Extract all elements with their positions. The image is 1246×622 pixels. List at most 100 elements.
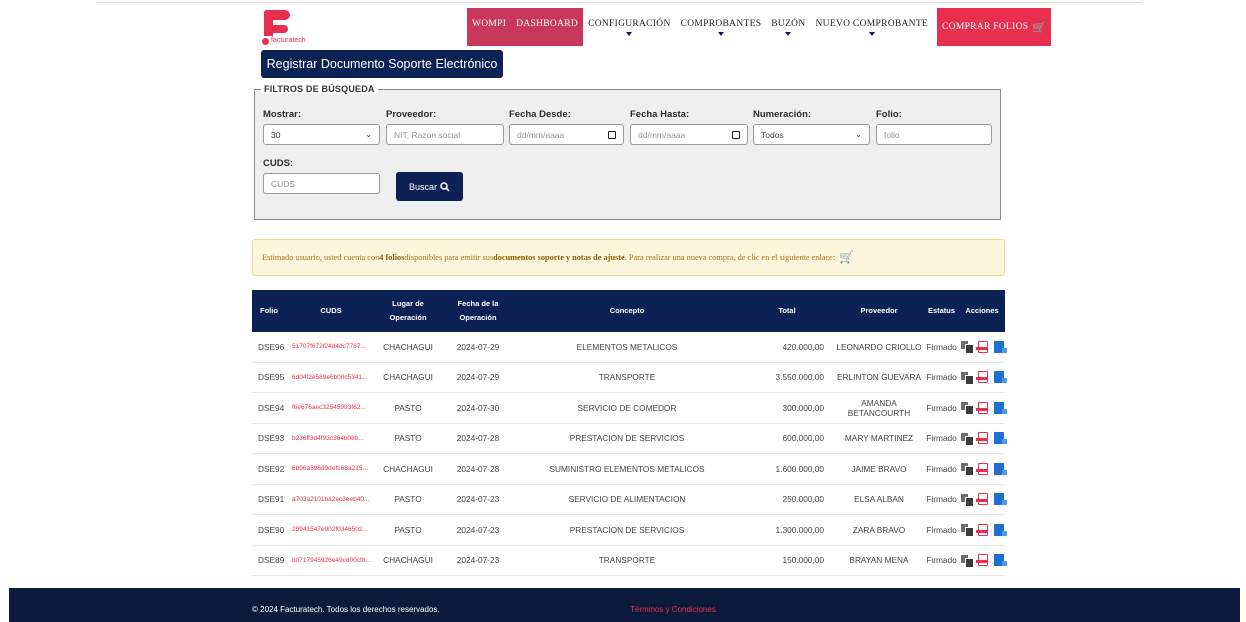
proveedor-cell: ELSA ALBAN (854, 494, 904, 505)
fecha-cell: 2024-07-28 (456, 433, 500, 444)
pdf-icon[interactable] (975, 401, 988, 414)
nav-item-label: CONFIGURACIÓN (588, 18, 671, 29)
nav-item-label: COMPROBANTES (680, 18, 762, 29)
proveedor-cell: ZARA BRAVO (852, 524, 906, 535)
estatus-cell: Firmado (926, 524, 957, 535)
estatus-cell: Firmado (926, 433, 957, 444)
terms-link[interactable]: Términos y Condiciones (630, 605, 716, 614)
xml-file-icon[interactable] (993, 523, 1007, 536)
nav-item-comprobantes[interactable]: COMPROBANTES (676, 8, 767, 46)
proveedor-input[interactable]: NIT, Razon social (386, 124, 504, 145)
total-cell: 420.000,00 (782, 341, 824, 352)
copy-icon[interactable] (960, 493, 974, 507)
numeracion-value: Todos (761, 129, 784, 140)
nav-item-wompi[interactable]: WOMPI (467, 8, 512, 46)
xml-file-icon[interactable] (993, 401, 1007, 414)
pdf-icon[interactable] (975, 371, 988, 384)
fecha-cell: 2024-07-23 (456, 524, 500, 535)
footer: © 2024 Facturatech. Todos los derechos r… (9, 588, 1240, 622)
pdf-icon[interactable] (975, 340, 988, 353)
mostrar-value: 30 (271, 129, 281, 140)
search-button[interactable]: Buscar (396, 172, 463, 201)
chevron-down-icon: ⌄ (365, 130, 372, 139)
copy-icon[interactable] (960, 524, 974, 538)
column-header: Acciones (965, 306, 999, 315)
copy-icon[interactable] (960, 432, 974, 446)
row-actions (959, 554, 1007, 568)
pdf-icon[interactable] (975, 493, 988, 506)
fecha-hasta-placeholder: dd/mm/aaaa (638, 129, 686, 140)
cuds-cell[interactable]: b0717945926e49cd00cf8... (288, 557, 374, 564)
lugar-cell: PASTO (394, 402, 422, 413)
logo-dot-icon (262, 38, 269, 45)
xml-file-icon[interactable] (993, 432, 1007, 445)
pdf-icon[interactable] (975, 462, 988, 475)
cuds-cell[interactable]: 51707f672f24d4dc7787... (288, 343, 374, 350)
folio-cell: DSE96 (258, 341, 285, 352)
estatus-cell: Firmado (926, 555, 957, 566)
xml-file-icon[interactable] (993, 371, 1007, 384)
cart-icon[interactable]: 🛒 (839, 250, 854, 265)
alert-doc-types: documentos soporte y notas de ajuste (493, 253, 625, 262)
search-button-label: Buscar (408, 181, 437, 192)
proveedor-cell: MARY MARTINEZ (844, 433, 914, 444)
copy-icon[interactable] (960, 371, 974, 385)
copy-icon[interactable] (960, 341, 974, 355)
column-header: CUDS (320, 306, 342, 315)
pdf-icon[interactable] (975, 523, 988, 536)
pdf-icon[interactable] (975, 554, 988, 567)
fecha-cell: 2024-07-29 (456, 341, 500, 352)
xml-file-icon[interactable] (993, 340, 1007, 353)
alert-folios-count: 4 folios (379, 253, 405, 262)
folio-cell: DSE93 (258, 433, 285, 444)
xml-file-icon[interactable] (993, 493, 1007, 506)
nav-item-configuraci-n[interactable]: CONFIGURACIÓN (583, 8, 676, 46)
calendar-icon[interactable] (732, 130, 740, 139)
table-body: DSE96 51707f672f24d4dc7787... CHACHAGUI 202… (252, 332, 1007, 576)
fecha-hasta-input[interactable]: dd/mm/aaaa (630, 124, 748, 145)
xml-file-icon[interactable] (993, 554, 1007, 567)
copy-icon[interactable] (960, 463, 974, 477)
register-document-button[interactable]: Registrar Documento Soporte Electrónico (261, 50, 503, 78)
nav-item-comprar-folios[interactable]: COMPRAR FOLIOS 🛒 (937, 8, 1052, 46)
folio-input[interactable]: folio (876, 124, 992, 145)
table-row: DSE93 b236ff3d4f93c364b08b... PASTO 2024-07… (252, 424, 1007, 454)
calendar-icon[interactable] (608, 130, 616, 139)
cuds-input[interactable]: CUDS (263, 173, 380, 194)
documents-table: Folio CUDS Lugar de Operación Fecha de la O… (252, 290, 1007, 576)
nav-item-dashboard[interactable]: DASHBOARD (511, 8, 584, 46)
fecha-desde-input[interactable]: dd/mm/aaaa (509, 124, 624, 145)
row-actions (959, 432, 1007, 446)
caret-down-icon (868, 31, 875, 36)
cuds-cell[interactable]: 6b96a598d9def168a215... (288, 465, 374, 472)
pdf-icon[interactable] (975, 432, 988, 445)
cuds-cell[interactable]: f6e676aec32545993f62... (288, 404, 374, 411)
logo[interactable]: facturatech (262, 10, 322, 46)
cuds-cell[interactable]: 29941547e902f0346502... (288, 526, 374, 533)
cuds-cell[interactable]: 6d04f2e589e6b00c5341... (288, 374, 374, 381)
fecha-desde-label: Fecha Desde: (509, 109, 571, 120)
alert-text: . Para realizar una nueva compra, de cli… (624, 253, 836, 262)
column-header: Total (778, 306, 796, 315)
mostrar-select[interactable]: 30 ⌄ (263, 124, 380, 145)
numeracion-select[interactable]: Todos ⌄ (753, 124, 870, 145)
cuds-cell[interactable]: b236ff3d4f93c364b08b... (288, 435, 374, 442)
concepto-cell: PRESTACION DE SERVICIOS (569, 524, 685, 535)
copyright-text: © 2024 Facturatech. Todos los derechos r… (252, 605, 440, 614)
folio-cell: DSE90 (258, 524, 285, 535)
nav-item-nuevo-comprobante[interactable]: NUEVO COMPROBANTE (811, 8, 934, 46)
row-actions (959, 523, 1007, 538)
copy-icon[interactable] (960, 554, 974, 568)
copy-icon[interactable] (960, 402, 974, 416)
cuds-cell[interactable]: a703a2101ba2ec3eeb40... (288, 496, 374, 503)
total-cell: 3.550.000,00 (775, 372, 824, 383)
concepto-cell: SUMINISTRO ELEMENTOS METALICOS (549, 463, 705, 474)
estatus-cell: Firmado (926, 402, 957, 413)
column-header: Estatus (927, 306, 956, 315)
xml-file-icon[interactable] (993, 462, 1007, 475)
estatus-cell: Firmado (926, 463, 957, 474)
alert-text: disponibles para emitir sus (404, 253, 494, 262)
table-row: DSE94 f6e676aec32545993f62... PASTO 2024-07… (252, 393, 1007, 424)
nav-item-buz-n[interactable]: BUZÓN (766, 8, 810, 46)
estatus-cell: Firmado (926, 372, 957, 383)
